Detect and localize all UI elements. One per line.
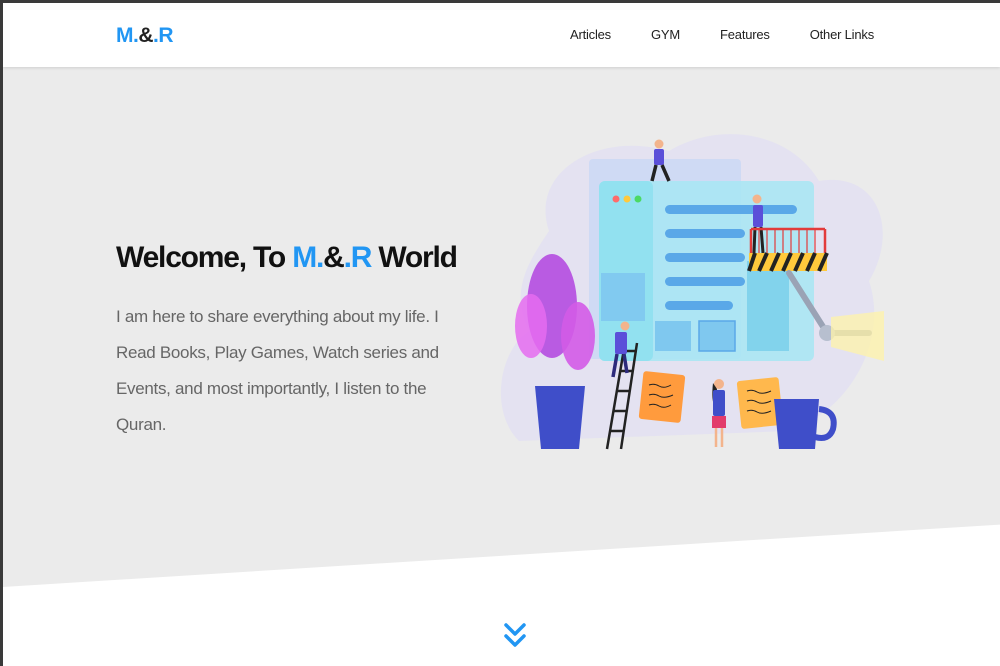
illustration-bar-2: [665, 229, 745, 238]
double-chevron-down-icon[interactable]: [503, 621, 527, 651]
nav-link-gym[interactable]: GYM: [651, 27, 680, 42]
logo-part-1: M.: [116, 24, 139, 47]
illustration-card-1: [655, 321, 691, 351]
illustration-card-3: [747, 261, 789, 351]
site-logo[interactable]: M.&.R: [116, 24, 174, 48]
illustration-dot-yellow: [623, 195, 631, 203]
hero-title: Welcome, To M.&.R World: [116, 241, 458, 275]
nav-link-articles[interactable]: Articles: [570, 27, 611, 42]
page: M.&.R Articles GYM Features Other Links …: [3, 3, 1000, 666]
illustration-person-center-skirt: [712, 416, 726, 428]
illustration-card-2: [698, 320, 736, 352]
illustration-bar-5: [665, 301, 733, 310]
illustration-mug: [774, 399, 819, 449]
nav-link-other-links[interactable]: Other Links: [810, 27, 874, 42]
illustration-dot-red: [612, 195, 620, 203]
nav-link-features[interactable]: Features: [720, 27, 770, 42]
hero-title-brand-3: .R: [343, 241, 373, 274]
illustration-bar-3: [665, 253, 745, 262]
illustration-bar-4: [665, 277, 745, 286]
illustration-person-right-body: [753, 205, 763, 227]
illustration-pot: [535, 386, 585, 449]
hero-title-brand-1: M.: [292, 241, 324, 274]
hero-title-suffix: World: [371, 241, 458, 274]
illustration-card-left: [601, 273, 645, 321]
illustration-person-top-body: [654, 149, 664, 165]
illustration-bar-1: [665, 205, 797, 214]
main-nav: Articles GYM Features Other Links: [530, 27, 874, 42]
illustration-person-top-head: [654, 139, 664, 149]
hero-title-prefix: Welcome, To: [116, 241, 293, 274]
hero-title-brand-2: &: [323, 241, 345, 274]
hero-illustration: [500, 134, 884, 450]
top-navbar: M.&.R Articles GYM Features Other Links: [3, 3, 1000, 67]
logo-part-3: .R: [153, 24, 174, 47]
illustration-person-center-body: [713, 390, 725, 416]
illustration-person-ladder-head: [620, 321, 630, 331]
illustration-leaf-3: [561, 302, 595, 370]
illustration-person-ladder-body: [615, 332, 627, 354]
hero-description: I am here to share everything about my l…: [116, 307, 439, 434]
illustration-leaf-2: [515, 294, 547, 358]
illustration-person-right-head: [752, 194, 762, 204]
logo-part-2: &: [138, 24, 153, 47]
illustration-dot-green: [634, 195, 642, 203]
